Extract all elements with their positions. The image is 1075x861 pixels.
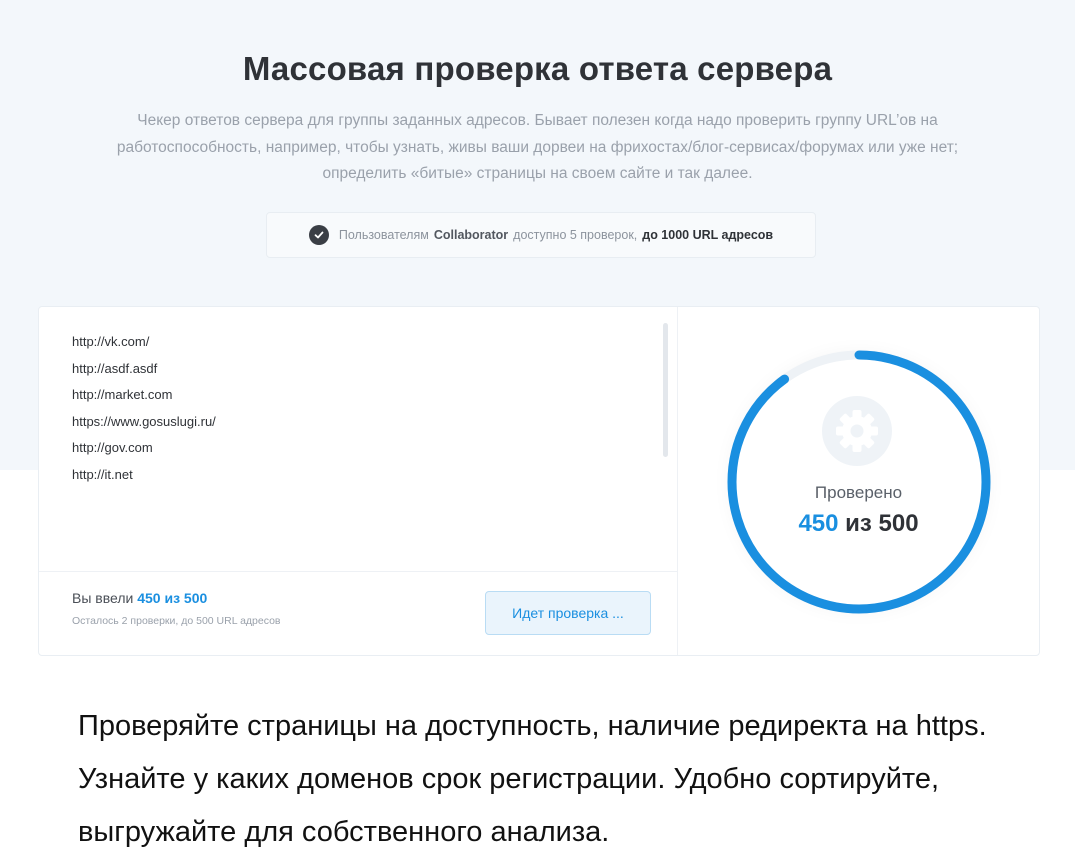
url-input-pane[interactable]: http://vk.com/ http://asdf.asdf http://m… <box>39 307 678 655</box>
notice-highlight: до 1000 URL адресов <box>642 228 774 242</box>
page-title: Массовая проверка ответа сервера <box>242 50 833 87</box>
entered-label: Вы ввели <box>72 590 134 606</box>
gauge-checked: 450 <box>798 510 839 537</box>
collaborator-notice: Пользователям Collaborator доступно 5 пр… <box>266 212 816 258</box>
promo-text: Проверяйте страницы на доступность, нали… <box>78 710 987 848</box>
notice-prefix: Пользователям <box>338 228 429 242</box>
gauge-label: Проверено <box>814 483 903 502</box>
notice-middle: доступно 5 проверок, <box>513 228 638 242</box>
url-item: https://www.gosuslugi.ru/ <box>72 413 216 429</box>
url-list-scrollbar[interactable] <box>663 323 668 457</box>
page-subtitle: Чекер ответов сервера для группы заданны… <box>116 112 959 182</box>
url-item: http://vk.com/ <box>72 334 150 349</box>
url-item: http://asdf.asdf <box>72 360 158 376</box>
notice-brand: Collaborator <box>433 228 509 242</box>
entered-value: 450 из 500 <box>137 590 208 606</box>
entered-count: Вы ввели 450 из 500 <box>72 590 207 606</box>
progress-gauge <box>727 350 991 614</box>
url-list[interactable]: http://vk.com/ http://asdf.asdf http://m… <box>72 329 216 489</box>
url-item: http://gov.com <box>72 440 153 456</box>
gauge-separator: из <box>845 510 872 537</box>
gauge-value: 450 из 500 <box>726 510 991 538</box>
check-progress-button[interactable]: Идет проверка ... <box>485 591 651 635</box>
url-item: http://it.net <box>72 466 133 482</box>
url-item: http://market.com <box>72 387 173 403</box>
gear-icon <box>822 396 892 466</box>
remaining-checks: Осталось 2 проверки, до 500 URL адресов <box>72 615 281 627</box>
check-circle-icon <box>308 225 329 245</box>
gauge-total: 500 <box>878 510 919 537</box>
